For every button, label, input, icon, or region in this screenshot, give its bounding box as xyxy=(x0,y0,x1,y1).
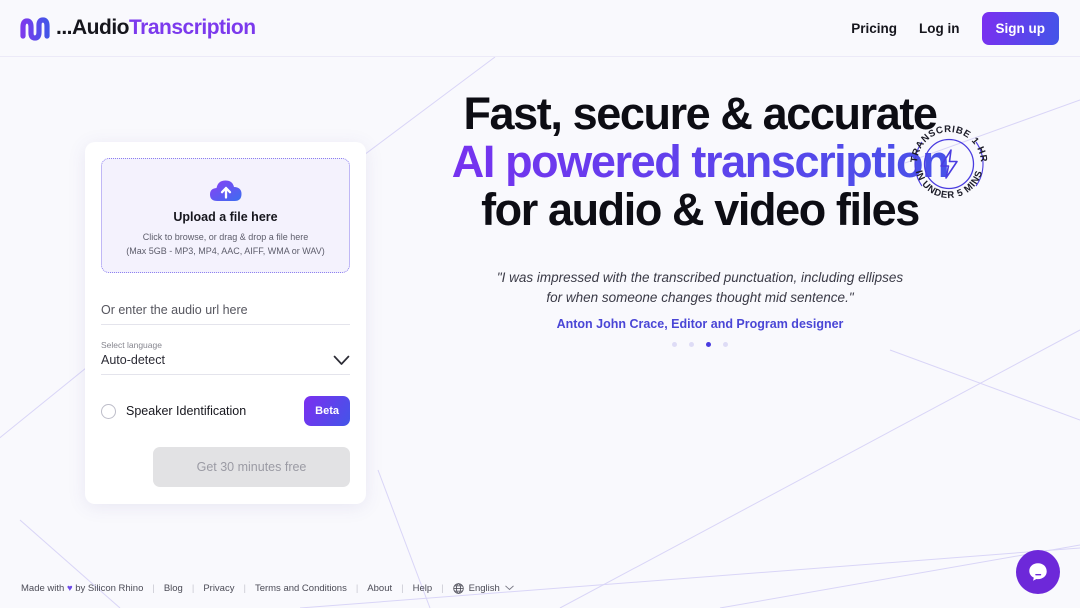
carousel-dot-1[interactable] xyxy=(672,341,677,347)
badge-top-text: TRANSCRIBE 1 HR xyxy=(909,124,988,163)
made-with-credit: Made with ♥ by Silicon Rhino xyxy=(21,583,143,594)
footer-link-help[interactable]: Help xyxy=(413,583,433,594)
language-label: English xyxy=(468,582,500,594)
footer-separator: | xyxy=(243,582,246,594)
carousel-dots xyxy=(400,341,1000,347)
hero-line-3: for audio & video files xyxy=(481,184,920,236)
carousel-dot-2[interactable] xyxy=(689,341,694,347)
nav-link-pricing[interactable]: Pricing xyxy=(851,21,897,36)
globe-icon xyxy=(452,582,464,594)
heart-icon: ♥ xyxy=(66,582,73,594)
carousel-dot-4[interactable] xyxy=(723,341,728,347)
audio-waveform-icon xyxy=(20,17,50,41)
language-field-label: Select language xyxy=(101,340,162,350)
made-with-suffix: by Silicon Rhino xyxy=(75,582,144,594)
quote-line-1: "I was impressed with the transcribed pu… xyxy=(496,270,904,286)
chevron-down-icon xyxy=(333,355,350,365)
main-nav: Pricing Log in Sign up xyxy=(851,11,1059,45)
logo-audio: Audio xyxy=(72,16,129,39)
site-footer: Made with ♥ by Silicon Rhino | Blog | Pr… xyxy=(0,568,1080,608)
audio-url-input[interactable] xyxy=(101,301,350,325)
carousel-dot-3[interactable] xyxy=(706,341,711,347)
language-switcher[interactable]: English xyxy=(452,582,514,594)
get-free-minutes-button[interactable]: Get 30 minutes free xyxy=(153,447,350,487)
hero-line-1: Fast, secure & accurate xyxy=(463,88,937,139)
footer-link-terms[interactable]: Terms and Conditions xyxy=(255,583,347,594)
speaker-identification-radio[interactable] xyxy=(101,403,116,419)
dropzone-sub-line1: Click to browse, or drag & drop a file h… xyxy=(142,232,309,243)
logo[interactable]: ...AudioTranscription xyxy=(20,13,256,43)
logo-dots: ... xyxy=(56,16,73,39)
footer-separator: | xyxy=(191,582,195,594)
site-header: ...AudioTranscription Pricing Log in Sig… xyxy=(0,0,1080,57)
language-selected-value: Auto-detect xyxy=(101,353,165,367)
svg-text:TRANSCRIBE 1 HR: TRANSCRIBE 1 HR xyxy=(909,124,989,163)
signup-button[interactable]: Sign up xyxy=(981,11,1059,45)
logo-transcription: Transcription xyxy=(129,16,256,39)
testimonial-author: Anton John Crace, Editor and Program des… xyxy=(556,316,844,331)
chevron-down-icon xyxy=(505,585,514,591)
footer-link-about[interactable]: About xyxy=(367,583,392,594)
footer-separator: | xyxy=(401,582,404,594)
chat-bubble-icon xyxy=(1029,563,1047,581)
language-select[interactable]: Auto-detect xyxy=(101,350,350,375)
lightning-bolt-icon xyxy=(940,149,958,179)
speaker-identification-row: Speaker Identification Beta xyxy=(101,396,350,426)
chat-widget-button[interactable] xyxy=(1016,550,1060,594)
speaker-identification-label: Speaker Identification xyxy=(126,404,247,418)
made-with-prefix: Made with xyxy=(21,582,65,594)
file-dropzone[interactable]: Upload a file here Click to browse, or d… xyxy=(101,158,350,273)
nav-link-login[interactable]: Log in xyxy=(919,21,960,36)
cloud-upload-icon xyxy=(209,180,241,202)
beta-badge[interactable]: Beta xyxy=(304,396,350,426)
dropzone-subtitle: Click to browse, or drag & drop a file h… xyxy=(126,231,325,257)
footer-separator: | xyxy=(152,582,155,594)
footer-separator: | xyxy=(355,582,359,594)
quote-line-2: for when someone changes thought mid sen… xyxy=(546,289,854,305)
dropzone-sub-line2: (Max 5GB - MP3, MP4, AAC, AIFF, WMA or W… xyxy=(126,245,325,256)
footer-link-blog[interactable]: Blog xyxy=(164,583,183,594)
transcribe-speed-badge: TRANSCRIBE 1 HR IN UNDER 5 MINS xyxy=(905,120,993,213)
footer-link-privacy[interactable]: Privacy xyxy=(203,583,234,594)
testimonial-quote: "I was impressed with the transcribed pu… xyxy=(400,268,1000,307)
logo-text: ...AudioTranscription xyxy=(56,16,256,40)
upload-card: Upload a file here Click to browse, or d… xyxy=(85,142,366,504)
dropzone-title: Upload a file here xyxy=(173,210,278,225)
footer-separator: | xyxy=(441,582,444,594)
